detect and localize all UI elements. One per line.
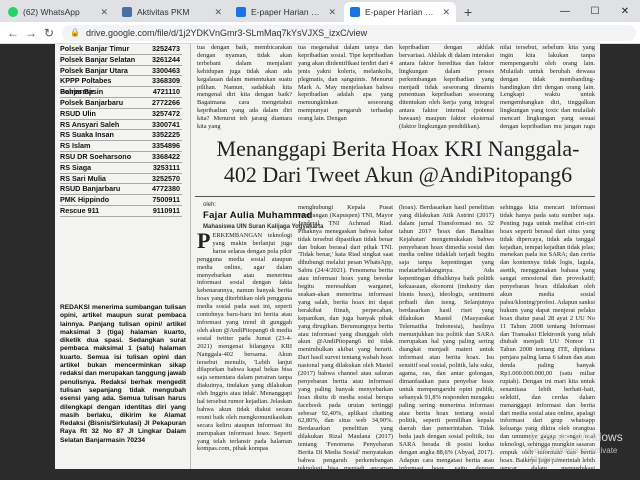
phone-row-name: KPPP Poltabes Banjarmasin	[60, 76, 112, 97]
top-fragment-2: tua megenahai dalam tanya dan kepribadia…	[298, 44, 393, 123]
phone-row-number: 2772266	[152, 97, 180, 107]
headline-rule	[195, 196, 595, 197]
phone-row: Polres Bjr 4721110	[60, 87, 182, 98]
phone-row: RS Sari Mulia 3252570	[60, 174, 182, 185]
phone-row-name: RS Ansyari Saleh	[60, 119, 120, 129]
new-tab-button[interactable]: +	[458, 4, 478, 22]
phone-row: RS Suaka Insan 3352225	[60, 130, 182, 142]
phone-row: KPPP Poltabes Banjarmasin 3368309	[60, 76, 182, 97]
tab-label: Aktivitas PKM	[137, 7, 190, 17]
browser-toolbar: ← → ↻ 🔒 drive.google.com/file/d/1j2YDKVn…	[0, 22, 640, 44]
address-bar[interactable]: 🔒 drive.google.com/file/d/1j2YDKVnGmr3-S…	[62, 24, 636, 41]
article-column-3: (hoax). Berdasarkan hasil penelitian yan…	[399, 204, 494, 469]
phone-row-name: Rescue 911	[60, 205, 100, 215]
reload-icon[interactable]: ↻	[40, 24, 58, 42]
maximize-icon[interactable]: ☐	[580, 0, 610, 22]
phone-row-number: 3354896	[152, 141, 180, 151]
minimize-icon[interactable]: —	[550, 0, 580, 22]
redaksi-heading: REDAKSI	[60, 304, 90, 311]
byline-label: oleh:	[203, 202, 217, 208]
whatsapp-favicon-icon	[8, 7, 18, 17]
phone-row-number: 3253111	[152, 162, 180, 172]
lock-icon[interactable]: 🔒	[70, 28, 80, 37]
drive-favicon-icon	[236, 7, 246, 17]
phone-row-name: PMK Hippindo	[60, 195, 110, 205]
phone-row-number: 4721110	[152, 87, 180, 97]
drive-favicon-icon	[350, 7, 360, 17]
top-fragment-4: nilai tersebut, sebelum kita yang ingin …	[500, 44, 595, 130]
phone-row: RSUD Banjarbaru 4772380	[60, 184, 182, 196]
phone-row-name: Polsek Banjar Timur	[60, 44, 130, 53]
phone-table: Polsek Banjar Timur 3252473 Polsek Banjar …	[60, 44, 182, 217]
phone-row: RSUD Ulin 3257472	[60, 109, 182, 120]
article-column-1-text: ERKEMBANGAN teknologi yang makin berlanj…	[197, 232, 292, 453]
tab-whatsapp[interactable]: (62) WhatsApp ✕	[2, 2, 114, 22]
tab-label: E-paper Harian Pagi Mata Banua	[251, 7, 324, 17]
tab-strip: (62) WhatsApp ✕ Aktivitas PKM ✕ E-paper …	[0, 0, 640, 22]
phone-row-name: RSUD Ulin	[60, 108, 96, 118]
phone-row-name: Polsek Banjar Selatan	[60, 54, 136, 64]
url-text: drive.google.com/file/d/1j2YDKVnGmr3-SLm…	[85, 27, 368, 38]
tab-aktivitas-pkm[interactable]: Aktivitas PKM ✕	[116, 2, 228, 22]
phone-row-name: Polsek Banjar Utara	[60, 65, 128, 75]
phone-row-name: RSU DR Soeharsono	[60, 151, 132, 161]
top-fragment-3: kepribadian dengan akhlak bervariasi. Ak…	[399, 44, 494, 130]
phone-row-number: 3300741	[152, 119, 180, 129]
tab-epaper-1[interactable]: E-paper Harian Pagi Mata Banua ✕	[230, 2, 342, 22]
phone-row: PMK Hippindo 7500911	[60, 195, 182, 206]
phone-row-name: RSUD Banjarbaru	[60, 184, 121, 194]
phone-row-number: 3352225	[152, 130, 180, 140]
phone-row-name: RS Sari Mulia	[60, 173, 106, 183]
phone-row-number: 3300463	[152, 65, 180, 75]
article-headline: Menanggapi Berita Hoax KRI Nanggala-402 …	[216, 136, 580, 187]
phone-row: Polsek Banjar Timur 3252473	[60, 44, 182, 55]
phone-row: RS Ansyari Saleh 3300741	[60, 120, 182, 131]
phone-row-number: 3368422	[152, 151, 180, 161]
phone-row: Polsek Banjar Utara 3300463	[60, 66, 182, 77]
phone-row-name: RS Siaga	[60, 162, 92, 172]
phone-row-name: RS Suaka Insan	[60, 130, 114, 140]
phone-row-number: 9110911	[152, 205, 180, 215]
tab-label: E-paper Harian Pagi Mata Banua	[365, 7, 438, 17]
window-controls: — ☐ ✕	[550, 0, 640, 22]
phone-row-number: 3257472	[152, 108, 180, 118]
phone-row-number: 7500911	[152, 195, 180, 205]
phone-row-number: 4772380	[152, 184, 180, 194]
phone-row: Polsek Banjar Selatan 3261244	[60, 55, 182, 66]
activate-windows-subtitle: Go to Settings to activate Windows.	[528, 446, 618, 464]
phone-row-name: Polsek Banjarbaru	[60, 97, 124, 107]
close-window-icon[interactable]: ✕	[610, 0, 640, 22]
back-icon[interactable]: ←	[4, 24, 22, 42]
phone-row-number: 3261244	[152, 54, 180, 64]
page-favicon-icon	[122, 7, 132, 17]
phone-row: RS Siaga 3253111	[60, 163, 182, 174]
drop-cap: P	[197, 232, 211, 253]
document-viewer: Polsek Banjar Timur 3252473 Polsek Banjar …	[0, 44, 640, 480]
close-tab-icon[interactable]: ✕	[328, 7, 336, 18]
phone-row-number: 3252570	[152, 173, 180, 183]
newspaper-page: Polsek Banjar Timur 3252473 Polsek Banjar …	[55, 44, 600, 469]
phone-row-number: 3252473	[152, 44, 180, 53]
phone-row-number: 3368309	[152, 76, 180, 86]
column-divider	[190, 44, 191, 469]
close-tab-icon[interactable]: ✕	[442, 7, 450, 18]
article-column-1: P ERKEMBANGAN teknologi yang makin berlan…	[197, 232, 292, 469]
phone-row: RSU DR Soeharsono 3368422	[60, 152, 182, 163]
redaksi-text: menerima sumbangan tulisan opini, artike…	[60, 304, 186, 444]
redaksi-notice: REDAKSI menerima sumbangan tulisan opini…	[60, 304, 186, 445]
article-column-2: menghubungi Kepala Pusat Penerangan (Kap…	[298, 204, 393, 469]
activate-windows-title: Activate Windows	[528, 430, 623, 444]
phone-row: Polsek Banjarbaru 2772266	[60, 98, 182, 109]
phone-row: Rescue 911 9110911	[60, 206, 182, 217]
close-tab-icon[interactable]: ✕	[214, 7, 222, 18]
phone-row: RS Islam 3354896	[60, 141, 182, 152]
tab-epaper-active[interactable]: E-paper Harian Pagi Mata Banua ✕	[344, 2, 456, 22]
article-author: Fajar Aulia Muhammad	[203, 210, 313, 221]
top-fragment-1: tua dengan baik, membicarakan dengan nya…	[197, 44, 292, 130]
phone-row-name: RS Islam	[60, 141, 91, 151]
phone-row-name: Polres Bjr	[60, 87, 94, 97]
close-tab-icon[interactable]: ✕	[100, 7, 108, 18]
forward-icon[interactable]: →	[22, 24, 40, 42]
tab-label: (62) WhatsApp	[23, 7, 80, 17]
